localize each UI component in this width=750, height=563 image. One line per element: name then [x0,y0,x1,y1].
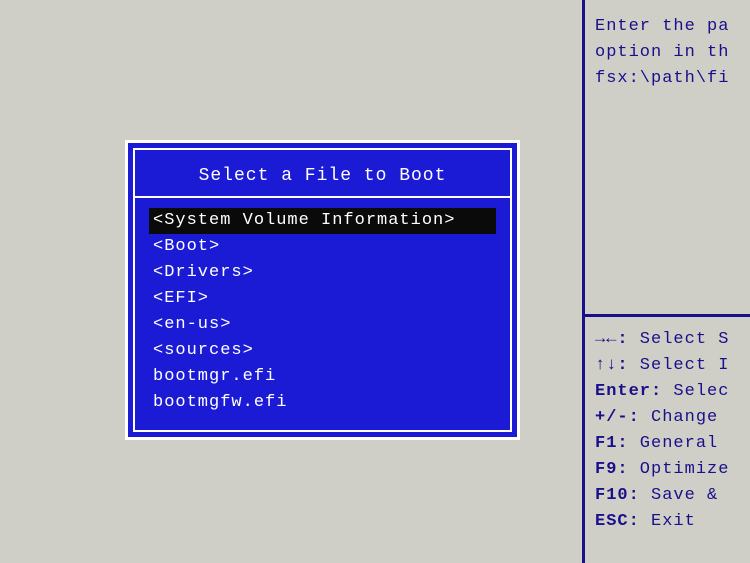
help-key-line: +/-: Change [595,405,744,431]
file-item-bootmgr-efi[interactable]: bootmgr.efi [149,364,496,390]
help-key-line: F1: General [595,431,744,457]
bios-screen: Enter the pa option in th fsx:\path\fi →… [0,0,750,563]
help-keys: →←: Select S ↑↓: Select I Enter: Selec +… [595,327,744,535]
help-divider [585,314,750,317]
file-item-en-us[interactable]: <en-us> [149,312,496,338]
help-top-line: option in th [595,40,744,66]
key-desc: Optimize [629,460,730,479]
help-description: Enter the pa option in th fsx:\path\fi [595,14,744,94]
file-item-sources[interactable]: <sources> [149,338,496,364]
help-key-line: F9: Optimize [595,457,744,483]
key-label: +/-: [595,408,640,427]
help-top-line: fsx:\path\fi [595,66,744,92]
help-top-line: Enter the pa [595,14,744,40]
help-key-line: ↑↓: Select I [595,353,744,379]
key-desc: General [629,434,719,453]
file-item-efi[interactable]: <EFI> [149,286,496,312]
help-key-line: →←: Select S [595,327,744,353]
file-list[interactable]: <System Volume Information> <Boot> <Driv… [149,208,496,416]
key-label: F1: [595,434,629,453]
help-key-line: Enter: Selec [595,379,744,405]
help-panel: Enter the pa option in th fsx:\path\fi →… [582,0,750,563]
key-desc: Select S [629,330,730,349]
key-label: →←: [595,330,629,349]
key-desc: Save & [640,486,718,505]
boot-file-modal: Select a File to Boot <System Volume Inf… [125,140,520,440]
help-key-line: F10: Save & [595,483,744,509]
help-key-line: ESC: Exit [595,509,744,535]
key-desc: Select I [629,356,730,375]
modal-title: Select a File to Boot [149,160,496,196]
key-label: F10: [595,486,640,505]
key-label: ↑↓: [595,356,629,375]
modal-divider [135,196,510,198]
key-desc: Exit [640,512,696,531]
file-item-drivers[interactable]: <Drivers> [149,260,496,286]
key-desc: Selec [662,382,729,401]
file-item-bootmgfw-efi[interactable]: bootmgfw.efi [149,390,496,416]
key-label: ESC: [595,512,640,531]
boot-file-modal-inner: Select a File to Boot <System Volume Inf… [133,148,512,432]
key-desc: Change [640,408,718,427]
key-label: Enter: [595,382,662,401]
file-item-system-volume-information[interactable]: <System Volume Information> [149,208,496,234]
file-item-boot[interactable]: <Boot> [149,234,496,260]
key-label: F9: [595,460,629,479]
